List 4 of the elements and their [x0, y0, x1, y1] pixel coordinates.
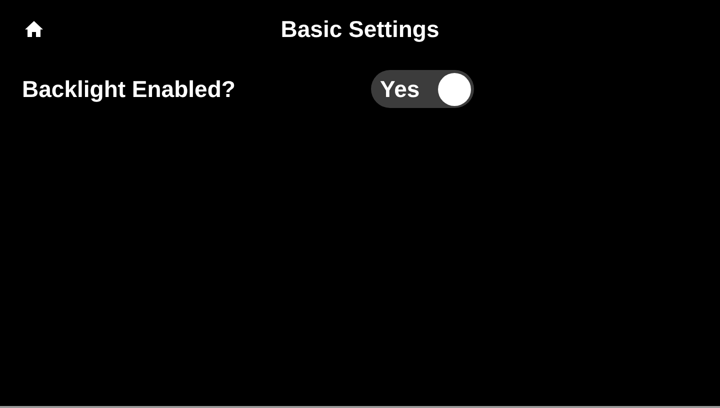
screen-title: Basic Settings	[280, 14, 440, 44]
setting-label: Backlight Enabled?	[22, 74, 236, 104]
home-icon[interactable]	[24, 20, 44, 38]
toggle-switch[interactable]: Yes	[371, 70, 474, 108]
